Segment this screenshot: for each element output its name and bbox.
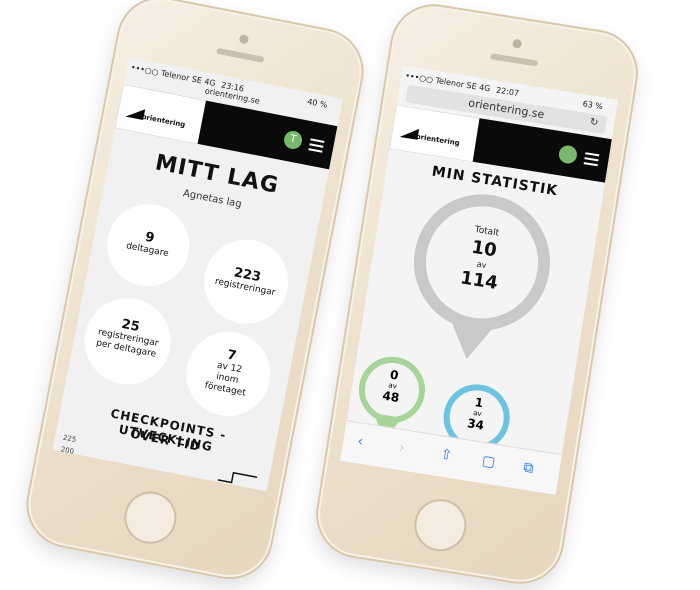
- status-time: 22:07: [495, 85, 520, 99]
- battery-text: 63 %: [582, 99, 604, 112]
- back-icon[interactable]: ‹: [356, 433, 364, 450]
- reload-icon[interactable]: ↻: [588, 114, 599, 133]
- orientering-logo[interactable]: orientering: [389, 105, 480, 162]
- forward-icon[interactable]: ›: [398, 440, 406, 457]
- stat-bubble: 25 registreringar per deltagare: [77, 290, 179, 392]
- share-icon[interactable]: ⇧: [439, 446, 453, 464]
- stat-bubble: 223 registreringar: [196, 232, 296, 331]
- stat-bubble: 9 deltagare: [100, 197, 197, 294]
- left-screen: •••○○ Telenor SE 4G 23:16 40 % orienteri…: [52, 57, 343, 492]
- avatar[interactable]: T: [282, 129, 304, 151]
- avatar[interactable]: [557, 144, 579, 165]
- menu-icon[interactable]: [308, 138, 325, 153]
- axis-label: 225: [62, 433, 77, 445]
- menu-icon[interactable]: [583, 152, 600, 167]
- bookmarks-icon[interactable]: ▢: [481, 453, 497, 471]
- logo-text: orientering: [415, 132, 461, 148]
- stat-bubble: 7 av 12 inom företaget: [178, 324, 278, 424]
- logo-text: orientering: [140, 112, 187, 130]
- orientering-logo[interactable]: orientering: [115, 84, 206, 144]
- tabs-icon[interactable]: ⧉: [522, 459, 534, 476]
